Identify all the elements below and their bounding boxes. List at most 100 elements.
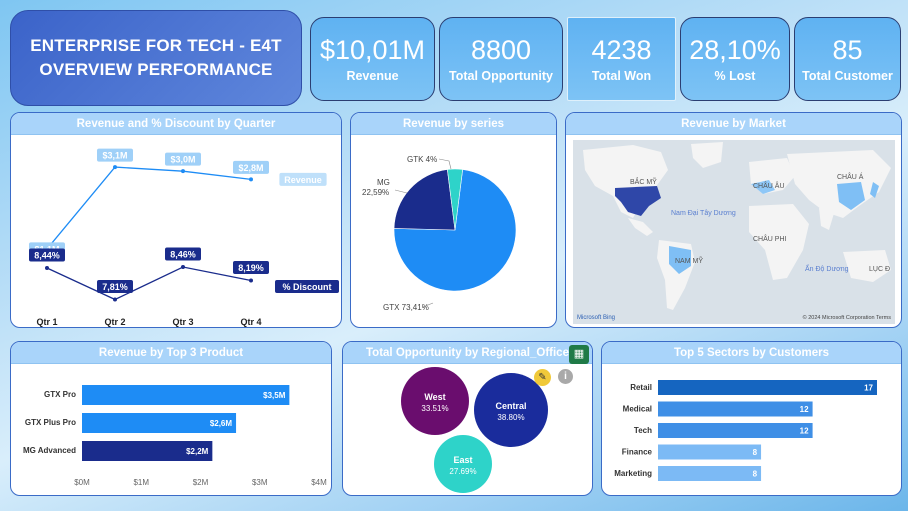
kpi-value: $10,01M [319,35,426,65]
kpi-total-customer[interactable]: 85 Total Customer [794,17,901,101]
dashboard-title: ENTERPRISE FOR TECH - E4T OVERVIEW PERFO… [10,10,302,106]
product-bar-chart: GTX Pro $3,5M GTX Plus Pro $2,6M MG Advanced… [23,385,327,487]
pie-leader-gtk [438,158,452,170]
quarter-tick-label: Qtr 4 [240,317,261,327]
kpi-total-won[interactable]: 4238 Total Won [567,17,676,101]
bubble-value-label: 38.80% [497,413,524,422]
pie-leader-mg [394,189,408,194]
panel-title: Revenue and % Discount by Quarter [11,113,341,135]
pie-label-gtx: GTX 73,41% [383,303,429,312]
map-ocean-atlantic: Nam Đại Tây Dương [671,210,736,217]
revenue-data-label: $3,1M [102,151,127,161]
market-map-panel[interactable]: Revenue by Market BẮC MỸ CHÂU ÂU CHÂU Á … [565,112,902,328]
kpi-label: % Lost [714,69,756,83]
discount-data-label: 8,19% [238,263,264,273]
quarter-chart-panel[interactable]: Revenue and % Discount by Quarter $1,1M$… [10,112,342,328]
product-bar [82,385,290,405]
regional-bubble-chart: West 33.51% Central 38.80% East 27.69% [401,367,548,493]
map-india [819,208,835,230]
panel-title: Total Opportunity by Regional_Office [343,342,592,364]
kpi-percent-lost[interactable]: 28,10% % Lost [680,17,790,101]
sector-bar [658,423,813,438]
discount-data-label: 8,44% [34,251,60,261]
kpi-label: Total Won [591,69,652,83]
sector-category-label: Tech [634,426,652,435]
sector-bar-label: 17 [864,384,873,393]
regional-chart-panel[interactable]: Total Opportunity by Regional_Office Wes… [342,341,593,496]
map-central-america [628,218,653,236]
sector-bar [658,444,762,460]
product-x-tick: $3M [252,478,268,487]
sector-bar-label: 12 [800,427,809,436]
product-bar-label: $3,5M [263,391,286,400]
kpi-revenue[interactable]: $10,01M Revenue [310,17,435,101]
kpi-label: Total Opportunity [449,69,553,83]
revenue-point [249,177,253,182]
map-shapes [583,142,891,310]
panel-title: Revenue by Top 3 Product [11,342,331,364]
product-x-tick: $4M [311,478,327,487]
map-label-south-america: NAM MỸ [675,258,703,265]
pencil-icon[interactable]: ✎ [534,369,551,386]
bubble-name-label: West [424,392,445,402]
bubble-value-label: 33.51% [421,404,448,413]
sector-bar [658,401,813,417]
sectors-bar-chart: Retail 17 Medical 12 Tech 12 Finance 8 Marketing… [614,380,877,481]
pie-slice-mg [393,169,456,231]
sector-category-label: Medical [623,405,652,414]
revenue-series-label: Revenue [284,175,322,185]
pie-label-mg: 22,59% [362,188,389,197]
revenue-point [181,169,185,174]
table-icon[interactable]: ▦ [569,345,589,364]
product-chart-panel[interactable]: Revenue by Top 3 Product GTX Pro $3,5M GTX… [10,341,332,496]
sector-bar [658,466,762,481]
product-category-label: GTX Pro [44,390,76,399]
bing-logo: Microsoft Bing [577,315,616,321]
pie-label-mg-name: MG [377,178,390,187]
map-greenland [691,142,723,168]
world-map[interactable]: BẮC MỸ CHÂU ÂU CHÂU Á CHÂU PHI NAM MỸ LỤ… [573,140,895,324]
discount-data-label: 8,46% [170,250,196,260]
discount-point [181,265,185,269]
kpi-value: 8800 [470,35,532,65]
revenue-point [113,165,117,170]
quarter-tick-label: Qtr 1 [36,317,57,327]
product-x-tick: $0M [74,478,90,487]
map-label-europe: CHÂU ÂU [753,183,785,190]
info-icon[interactable]: i [558,369,573,384]
product-category-label: GTX Plus Pro [25,418,76,427]
map-label-africa: CHÂU PHI [753,236,787,243]
revenue-line [46,166,252,250]
discount-data-label: 7,81% [102,282,128,292]
kpi-value: 4238 [591,35,652,65]
revenue-data-label: $3,0M [170,155,195,165]
discount-line [46,266,252,301]
kpi-total-opportunity[interactable]: 8800 Total Opportunity [439,17,563,101]
product-category-label: MG Advanced [23,446,76,455]
kpi-label: Total Customer [802,69,893,83]
kpi-value: 28,10% [689,35,781,65]
panel-title: Revenue by series [351,113,556,135]
kpi-value: 85 [832,35,863,65]
discount-point [249,278,253,283]
revenue-data-label: $2,8M [238,163,263,173]
sector-category-label: Retail [630,383,652,392]
map-label-asia: CHÂU Á [837,174,864,181]
map-label-oceania: LỤC Đ [869,266,891,273]
title-line-2: OVERVIEW PERFORMANCE [39,60,273,79]
kpi-label: Revenue [346,69,399,83]
map-attribution[interactable]: © 2024 Microsoft Corporation Terms [803,315,891,321]
sector-bar-label: 8 [753,470,758,479]
bubble-name-label: East [453,455,472,465]
panel-title: Top 5 Sectors by Customers [602,342,901,364]
title-line-1: ENTERPRISE FOR TECH - E4T [30,36,282,55]
series-chart-panel[interactable]: Revenue by series GTX 73,41% MG 22,59% GTK … [350,112,557,328]
product-bar-label: $2,6M [210,419,233,428]
sector-bar-label: 8 [753,448,758,457]
series-pie-chart: GTX 73,41% MG22,59% GTK 4% [362,155,517,312]
discount-point [113,297,117,302]
pie-label-gtk: GTK 4% [407,155,437,164]
quarter-tick-label: Qtr 3 [172,317,193,327]
sectors-chart-panel[interactable]: Top 5 Sectors by Customers Retail 17 Medic… [601,341,902,496]
discount-point [45,266,49,270]
